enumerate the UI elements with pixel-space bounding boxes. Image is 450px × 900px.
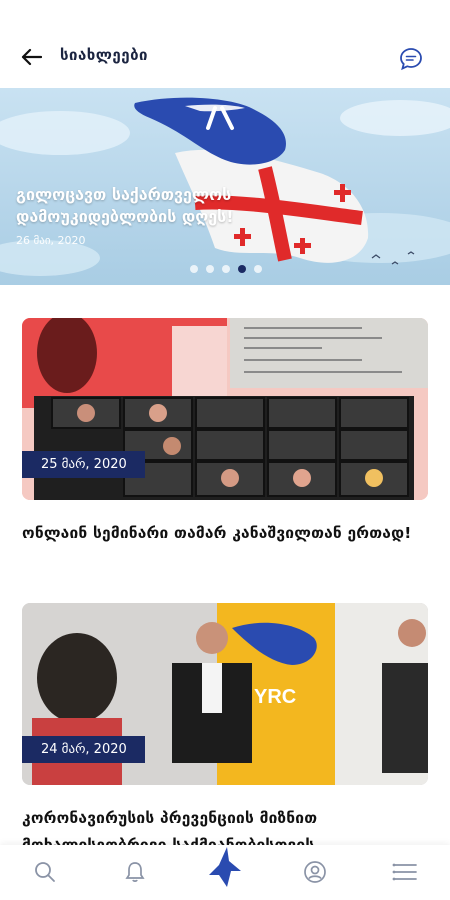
news-card[interactable]: 25 მარ, 2020 ონლაინ სემინარი თამარ კანაშ… — [22, 318, 428, 547]
hero-date: 26 მაი, 2020 — [16, 234, 86, 247]
nav-notifications[interactable] — [120, 857, 150, 887]
nav-profile[interactable] — [300, 857, 330, 887]
hero-caption: გილოცავთ საქართველოს დამოუკიდებლობის დღე… — [16, 184, 316, 247]
hero-carousel[interactable]: გილოცავთ საქართველოს დამოუკიდებლობის დღე… — [0, 88, 450, 285]
news-image-panel: YRC 24 მარ, 2020 — [22, 603, 428, 785]
hero-title: გილოცავთ საქართველოს დამოუკიდებლობის დღე… — [16, 185, 234, 226]
carousel-dot[interactable] — [222, 265, 230, 273]
search-icon — [35, 862, 55, 882]
chat-bubble-icon — [400, 48, 422, 71]
user-icon — [304, 861, 326, 883]
nav-menu[interactable] — [390, 857, 420, 887]
nav-home[interactable] — [205, 847, 245, 887]
nav-search[interactable] — [30, 857, 60, 887]
carousel-dots — [190, 265, 262, 273]
carousel-dot[interactable] — [206, 265, 214, 273]
arrow-left-icon — [21, 48, 42, 66]
home-logo-icon — [209, 847, 241, 887]
carousel-dot-active[interactable] — [238, 265, 246, 273]
news-title[interactable]: ონლაინ სემინარი თამარ კანაშვილთან ერთად! — [22, 520, 428, 547]
bottom-navigation — [0, 845, 450, 900]
carousel-dot[interactable] — [190, 265, 198, 273]
news-date-badge: 25 მარ, 2020 — [22, 451, 145, 478]
app-header: სიახლეები — [0, 0, 450, 88]
page-title: სიახლეები — [60, 46, 148, 64]
menu-icon — [392, 863, 417, 881]
news-image-zoom-seminar: 25 მარ, 2020 — [22, 318, 428, 500]
svg-text:YRC: YRC — [254, 686, 296, 708]
bell-icon — [125, 862, 145, 882]
news-date-badge: 24 მარ, 2020 — [22, 736, 145, 763]
news-card[interactable]: YRC 24 მარ, 2020 კორონავირუსის პრევენციი… — [22, 603, 428, 859]
back-button[interactable] — [14, 42, 48, 72]
carousel-dot[interactable] — [254, 265, 262, 273]
chat-button[interactable] — [398, 46, 424, 72]
